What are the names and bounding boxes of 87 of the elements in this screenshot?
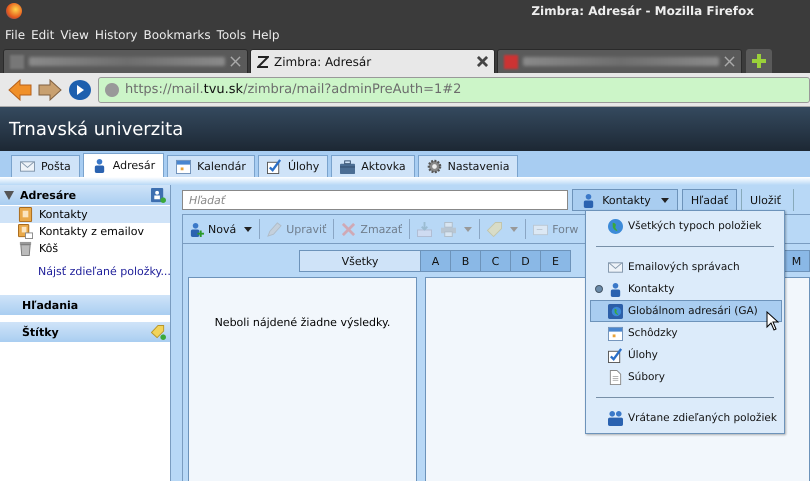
browser-tab[interactable]: [497, 49, 742, 73]
section-title: Adresáre: [20, 188, 76, 202]
letter-filter[interactable]: C: [481, 250, 511, 272]
address-book-icon: [18, 224, 33, 239]
sidebar-item[interactable]: Kontakty: [0, 206, 170, 223]
globe-book-icon: [608, 304, 623, 318]
toolbar-button[interactable]: Nová: [185, 220, 256, 238]
search-button[interactable]: Hľadať: [682, 189, 738, 211]
settings-icon: [426, 159, 442, 174]
window-title: Zimbra: Adresár - Mozilla Firefox: [531, 4, 754, 18]
dropdown-icon: [660, 198, 669, 202]
person-icon: [608, 282, 623, 296]
empty-message: Neboli nájdené žiadne výsledky.: [214, 316, 390, 329]
search-scope-button[interactable]: Kontakty: [572, 189, 678, 211]
app-tab[interactable]: Aktovka: [331, 155, 415, 177]
blurred-favicon-icon: [504, 54, 518, 68]
app-tab[interactable]: Adresár: [82, 153, 164, 177]
sidebar-item[interactable]: Kôš: [0, 240, 170, 257]
menu-item[interactable]: File: [2, 28, 28, 42]
trash-icon: [18, 241, 33, 256]
menu-item[interactable]: Tools: [214, 28, 250, 42]
plus-icon: [752, 54, 766, 68]
letter-filter[interactable]: M: [784, 250, 810, 272]
add-person-icon: [189, 222, 204, 236]
menu-item[interactable]: Emailových správach: [590, 256, 782, 278]
menu-item[interactable]: Edit: [28, 28, 58, 42]
address-book-icon: [18, 207, 33, 222]
letter-filter[interactable]: Všetky: [299, 250, 421, 272]
new-tab-button[interactable]: [746, 49, 772, 73]
menu-item[interactable]: Globálnom adresári (GA): [590, 300, 782, 322]
blurred-favicon-icon: [10, 54, 24, 68]
tab-title: Zimbra: Adresár: [274, 54, 372, 68]
find-shared-link[interactable]: Nájsť zdieľané položky...: [38, 265, 171, 279]
menu-item[interactable]: Vrátane zdieľaných položiek: [590, 407, 782, 429]
tag-icon: [487, 222, 502, 236]
section-header[interactable]: Štítky: [0, 322, 170, 343]
back-icon[interactable]: [8, 78, 32, 100]
browser-tab[interactable]: [3, 49, 248, 73]
close-icon[interactable]: [477, 56, 488, 67]
section-title: Hľadania: [22, 298, 78, 312]
add-tag-icon[interactable]: [151, 324, 166, 340]
menu-item[interactable]: Úlohy: [590, 344, 782, 366]
brand-title: Trnavská univerzita: [9, 118, 184, 140]
menu-item[interactable]: Všetkých typoch položiek: [590, 215, 782, 237]
letter-filter[interactable]: D: [511, 250, 541, 272]
letter-filter[interactable]: E: [541, 250, 571, 272]
people-icon: [608, 410, 623, 426]
menu-item[interactable]: Help: [249, 28, 282, 42]
calendar-icon: [176, 159, 192, 174]
add-address-book-icon[interactable]: [151, 188, 166, 202]
url-text: https://mail.tvu.sk/zimbra/mail?adminPreAuth=1#2: [125, 82, 462, 97]
letter-filter[interactable]: B: [451, 250, 481, 272]
envelope-icon: [608, 260, 623, 274]
go-icon[interactable]: [68, 78, 92, 100]
address-field[interactable]: https://mail.tvu.sk/zimbra/mail?adminPreAuth=1#2: [98, 76, 810, 102]
tray-icon: [417, 222, 432, 236]
mouse-cursor-icon: [766, 311, 780, 331]
app-tab[interactable]: Nastavenia: [418, 155, 518, 177]
checkbox-icon: [266, 159, 282, 174]
section-title: Štítky: [22, 326, 59, 338]
menu-item[interactable]: View: [57, 28, 92, 42]
section-header[interactable]: Adresáre: [0, 185, 170, 206]
menu-item[interactable]: Kontakty: [590, 278, 782, 300]
zimbra-logo-icon: [257, 56, 269, 68]
app-tab[interactable]: Pošta: [11, 155, 80, 177]
letter-filter[interactable]: A: [421, 250, 451, 272]
pencil-icon: [267, 222, 282, 236]
briefcase-icon: [340, 159, 356, 174]
menu-item[interactable]: Schôdzky: [590, 322, 782, 344]
printer-icon: [441, 222, 456, 236]
firefox-logo-icon: [6, 3, 22, 19]
dropdown-icon[interactable]: [244, 226, 252, 232]
app-tab[interactable]: Kalendár: [167, 155, 255, 177]
forward-icon[interactable]: [38, 78, 62, 100]
envelope-icon: [20, 159, 35, 174]
menu-item[interactable]: History: [92, 28, 141, 42]
menu-item[interactable]: Bookmarks: [140, 28, 214, 42]
search-field[interactable]: Hľadať: [182, 190, 568, 210]
browser-tab[interactable]: Zimbra: Adresár: [250, 49, 495, 73]
document-icon: [608, 370, 623, 384]
checkbox-icon: [608, 348, 623, 362]
delete-icon: [341, 222, 356, 236]
menu-item[interactable]: Súbory: [590, 366, 782, 388]
sidebar-item[interactable]: Kontakty z emailov: [0, 223, 170, 240]
calendar-icon: [608, 326, 623, 340]
section-header[interactable]: Hľadania: [0, 295, 170, 316]
app-tab[interactable]: Úlohy: [258, 155, 328, 177]
